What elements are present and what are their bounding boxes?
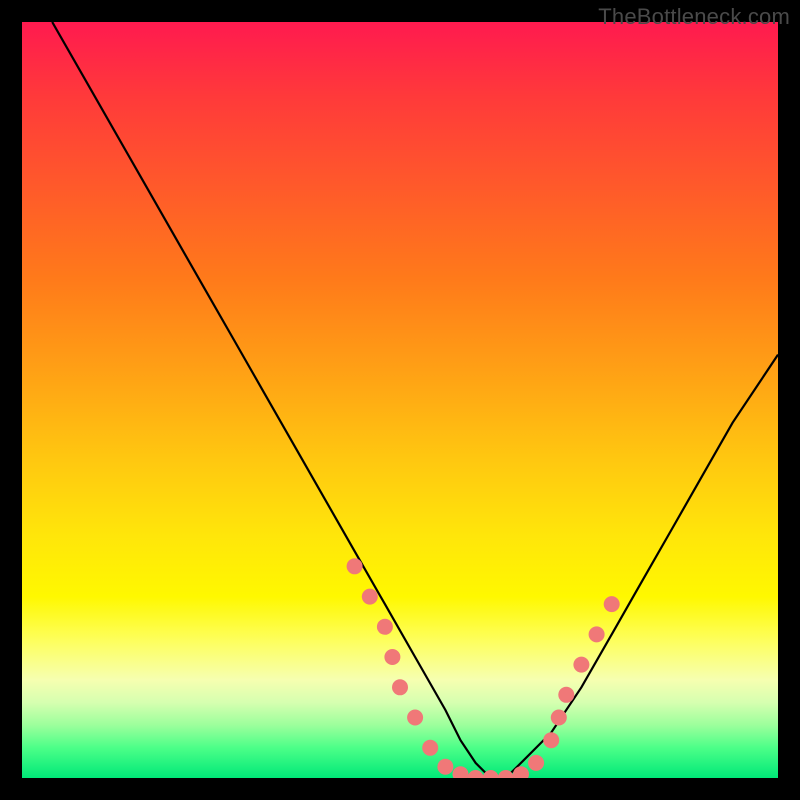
highlight-dot <box>347 558 363 574</box>
highlight-dot <box>543 732 559 748</box>
highlight-dot <box>384 649 400 665</box>
bottleneck-curve <box>52 22 778 778</box>
highlight-dot <box>468 770 484 778</box>
highlight-dot <box>377 619 393 635</box>
highlight-dot <box>437 759 453 775</box>
highlight-dot <box>573 657 589 673</box>
highlight-dot <box>551 710 567 726</box>
highlight-dot <box>558 687 574 703</box>
chart-frame: TheBottleneck.com <box>0 0 800 800</box>
highlight-dot <box>604 596 620 612</box>
highlight-dot <box>407 710 423 726</box>
chart-svg <box>22 22 778 778</box>
highlight-dot <box>392 679 408 695</box>
highlight-dot <box>422 740 438 756</box>
highlight-dots <box>347 558 620 778</box>
highlight-dot <box>589 626 605 642</box>
highlight-dot <box>528 755 544 771</box>
highlight-dot <box>453 766 469 778</box>
watermark-text: TheBottleneck.com <box>598 4 790 30</box>
plot-area <box>22 22 778 778</box>
highlight-dot <box>362 589 378 605</box>
